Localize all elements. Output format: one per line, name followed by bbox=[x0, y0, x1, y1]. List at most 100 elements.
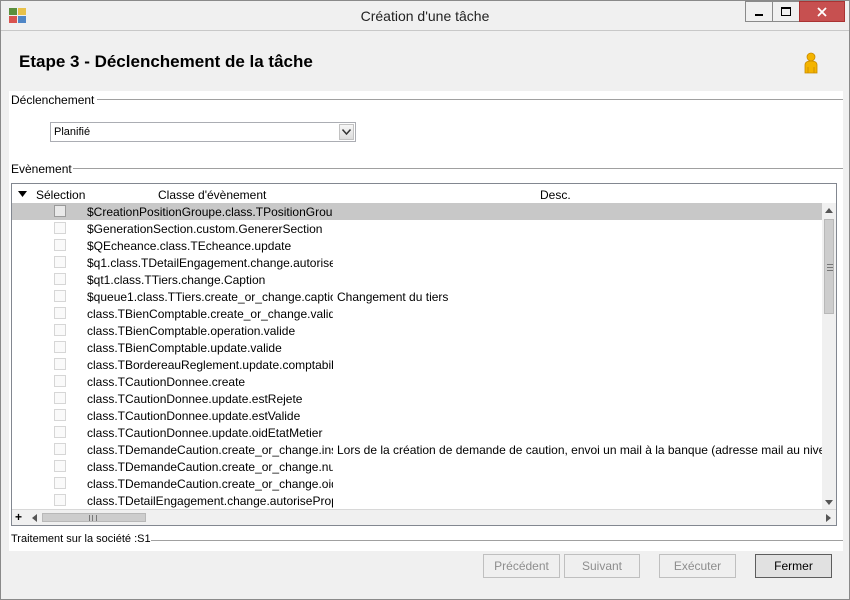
scroll-right-button[interactable] bbox=[822, 511, 834, 524]
event-class-cell: class.TDemandeCaution.create_or_change.o… bbox=[87, 477, 333, 491]
add-row-button[interactable]: + bbox=[15, 510, 22, 524]
events-group-divider bbox=[73, 168, 843, 169]
row-select-checkbox[interactable] bbox=[54, 239, 66, 251]
horizontal-scrollbar[interactable] bbox=[28, 511, 834, 524]
table-row[interactable]: class.TDemandeCaution.create_or_change.n… bbox=[12, 458, 822, 475]
event-class-cell: $QEcheance.class.TEcheance.update bbox=[87, 239, 292, 253]
event-class-cell: class.TDemandeCaution.create_or_change.i… bbox=[87, 443, 333, 457]
scroll-up-button[interactable] bbox=[822, 203, 836, 217]
column-header-desc[interactable]: Desc. bbox=[540, 188, 571, 202]
minimize-button[interactable] bbox=[745, 1, 773, 22]
row-select-checkbox[interactable] bbox=[54, 409, 66, 421]
scroll-thumb[interactable] bbox=[824, 219, 834, 314]
row-select-checkbox[interactable] bbox=[54, 460, 66, 472]
grid-header: Sélection Classe d'évènement Desc. bbox=[12, 184, 836, 203]
trigger-group-label: Déclenchement bbox=[11, 93, 98, 107]
row-select-checkbox[interactable] bbox=[54, 222, 66, 234]
table-row[interactable]: class.TCautionDonnee.update.estRejete bbox=[12, 390, 822, 407]
row-select-checkbox[interactable] bbox=[54, 494, 66, 506]
chevron-down-icon bbox=[825, 499, 833, 505]
maximize-icon bbox=[781, 7, 791, 16]
event-class-cell: class.TBienComptable.create_or_change.va… bbox=[87, 307, 333, 321]
row-select-checkbox[interactable] bbox=[54, 205, 66, 217]
trigger-group-divider bbox=[97, 99, 843, 100]
minimize-icon bbox=[755, 13, 763, 16]
events-rows: $CreationPositionGroupe.class.TPositionG… bbox=[12, 203, 822, 509]
chevron-right-icon bbox=[825, 513, 831, 522]
previous-button[interactable]: Précédent bbox=[483, 554, 560, 578]
table-row[interactable]: class.TBienComptable.create_or_change.va… bbox=[12, 305, 822, 322]
table-row[interactable]: class.TDemandeCaution.create_or_change.i… bbox=[12, 441, 822, 458]
maximize-button[interactable] bbox=[772, 1, 800, 22]
event-class-cell: $q1.class.TDetailEngagement.change.autor… bbox=[87, 256, 333, 270]
table-row[interactable]: class.TCautionDonnee.update.estValide bbox=[12, 407, 822, 424]
table-row[interactable]: class.TDemandeCaution.create_or_change.o… bbox=[12, 475, 822, 492]
event-class-cell: class.TCautionDonnee.update.estValide bbox=[87, 409, 301, 423]
event-class-cell: class.TBordereauReglement.update.comptab… bbox=[87, 358, 333, 372]
company-divider bbox=[151, 540, 843, 541]
table-row[interactable]: $q1.class.TDetailEngagement.change.autor… bbox=[12, 254, 822, 271]
execute-button[interactable]: Exécuter bbox=[659, 554, 736, 578]
row-select-checkbox[interactable] bbox=[54, 375, 66, 387]
table-row[interactable]: $QEcheance.class.TEcheance.update bbox=[12, 237, 822, 254]
event-class-cell: class.TCautionDonnee.update.oidEtatMetie… bbox=[87, 426, 323, 440]
column-header-selection[interactable]: Sélection bbox=[36, 188, 85, 202]
table-row[interactable]: $CreationPositionGroupe.class.TPositionG… bbox=[12, 203, 822, 220]
table-row[interactable]: $qt1.class.TTiers.change.Caption bbox=[12, 271, 822, 288]
row-select-checkbox[interactable] bbox=[54, 256, 66, 268]
trigger-type-select[interactable]: Planifié bbox=[50, 122, 356, 142]
row-select-checkbox[interactable] bbox=[54, 307, 66, 319]
event-class-cell: class.TDetailEngagement.change.autoriseP… bbox=[87, 494, 333, 508]
event-class-cell: class.TCautionDonnee.create bbox=[87, 375, 246, 389]
event-desc-cell: Lors de la création de demande de cautio… bbox=[337, 443, 822, 457]
table-row[interactable]: class.TCautionDonnee.update.oidEtatMetie… bbox=[12, 424, 822, 441]
chevron-up-icon bbox=[825, 207, 833, 213]
row-select-checkbox[interactable] bbox=[54, 273, 66, 285]
grip-icon bbox=[827, 264, 833, 271]
chevron-down-icon bbox=[342, 129, 351, 135]
table-row[interactable]: class.TBordereauReglement.update.comptab… bbox=[12, 356, 822, 373]
close-window-button[interactable] bbox=[799, 1, 845, 22]
chevron-left-icon bbox=[31, 513, 37, 522]
grid-footer: + bbox=[12, 509, 836, 525]
table-row[interactable]: class.TBienComptable.update.valide bbox=[12, 339, 822, 356]
events-group-label: Evènement bbox=[11, 162, 75, 176]
table-row[interactable]: $queue1.class.TTiers.create_or_change.ca… bbox=[12, 288, 822, 305]
column-header-class[interactable]: Classe d'évènement bbox=[158, 188, 266, 202]
table-row[interactable]: class.TBienComptable.operation.valide bbox=[12, 322, 822, 339]
user-icon bbox=[804, 52, 818, 74]
window-title: Création d'une tâche bbox=[360, 8, 490, 24]
close-button[interactable]: Fermer bbox=[755, 554, 832, 578]
row-select-checkbox[interactable] bbox=[54, 341, 66, 353]
column-menu-icon[interactable] bbox=[18, 191, 27, 197]
close-icon bbox=[817, 6, 827, 17]
row-select-checkbox[interactable] bbox=[54, 443, 66, 455]
table-row[interactable]: $GenerationSection.custom.GenererSection bbox=[12, 220, 822, 237]
next-button[interactable]: Suivant bbox=[564, 554, 640, 578]
table-row[interactable]: class.TDetailEngagement.change.autoriseP… bbox=[12, 492, 822, 509]
trigger-type-value: Planifié bbox=[54, 126, 91, 138]
vertical-scrollbar[interactable] bbox=[822, 203, 836, 509]
event-class-cell: class.TDemandeCaution.create_or_change.n… bbox=[87, 460, 333, 474]
event-class-cell: class.TBienComptable.operation.valide bbox=[87, 324, 296, 338]
page-title: Etape 3 - Déclenchement de la tâche bbox=[19, 52, 313, 71]
event-desc-cell: Changement du tiers bbox=[337, 290, 449, 304]
scroll-down-button[interactable] bbox=[822, 495, 836, 509]
task-creation-window: Création d'une tâche Etape 3 - Déclenche… bbox=[0, 0, 850, 600]
table-row[interactable]: class.TCautionDonnee.create bbox=[12, 373, 822, 390]
event-class-cell: class.TBienComptable.update.valide bbox=[87, 341, 282, 355]
row-select-checkbox[interactable] bbox=[54, 477, 66, 489]
dropdown-button[interactable] bbox=[339, 124, 354, 140]
row-select-checkbox[interactable] bbox=[54, 358, 66, 370]
row-select-checkbox[interactable] bbox=[54, 324, 66, 336]
wizard-body: Déclenchement Planifié Evènement Sélecti… bbox=[9, 91, 843, 551]
event-class-cell: $CreationPositionGroupe.class.TPositionG… bbox=[87, 205, 333, 219]
event-class-cell: $queue1.class.TTiers.create_or_change.ca… bbox=[87, 290, 333, 304]
row-select-checkbox[interactable] bbox=[54, 426, 66, 438]
scroll-left-button[interactable] bbox=[28, 511, 40, 524]
horizontal-scroll-thumb[interactable] bbox=[42, 513, 146, 522]
event-class-cell: $GenerationSection.custom.GenererSection bbox=[87, 222, 323, 236]
row-select-checkbox[interactable] bbox=[54, 290, 66, 302]
title-bar[interactable]: Création d'une tâche bbox=[1, 1, 849, 31]
row-select-checkbox[interactable] bbox=[54, 392, 66, 404]
